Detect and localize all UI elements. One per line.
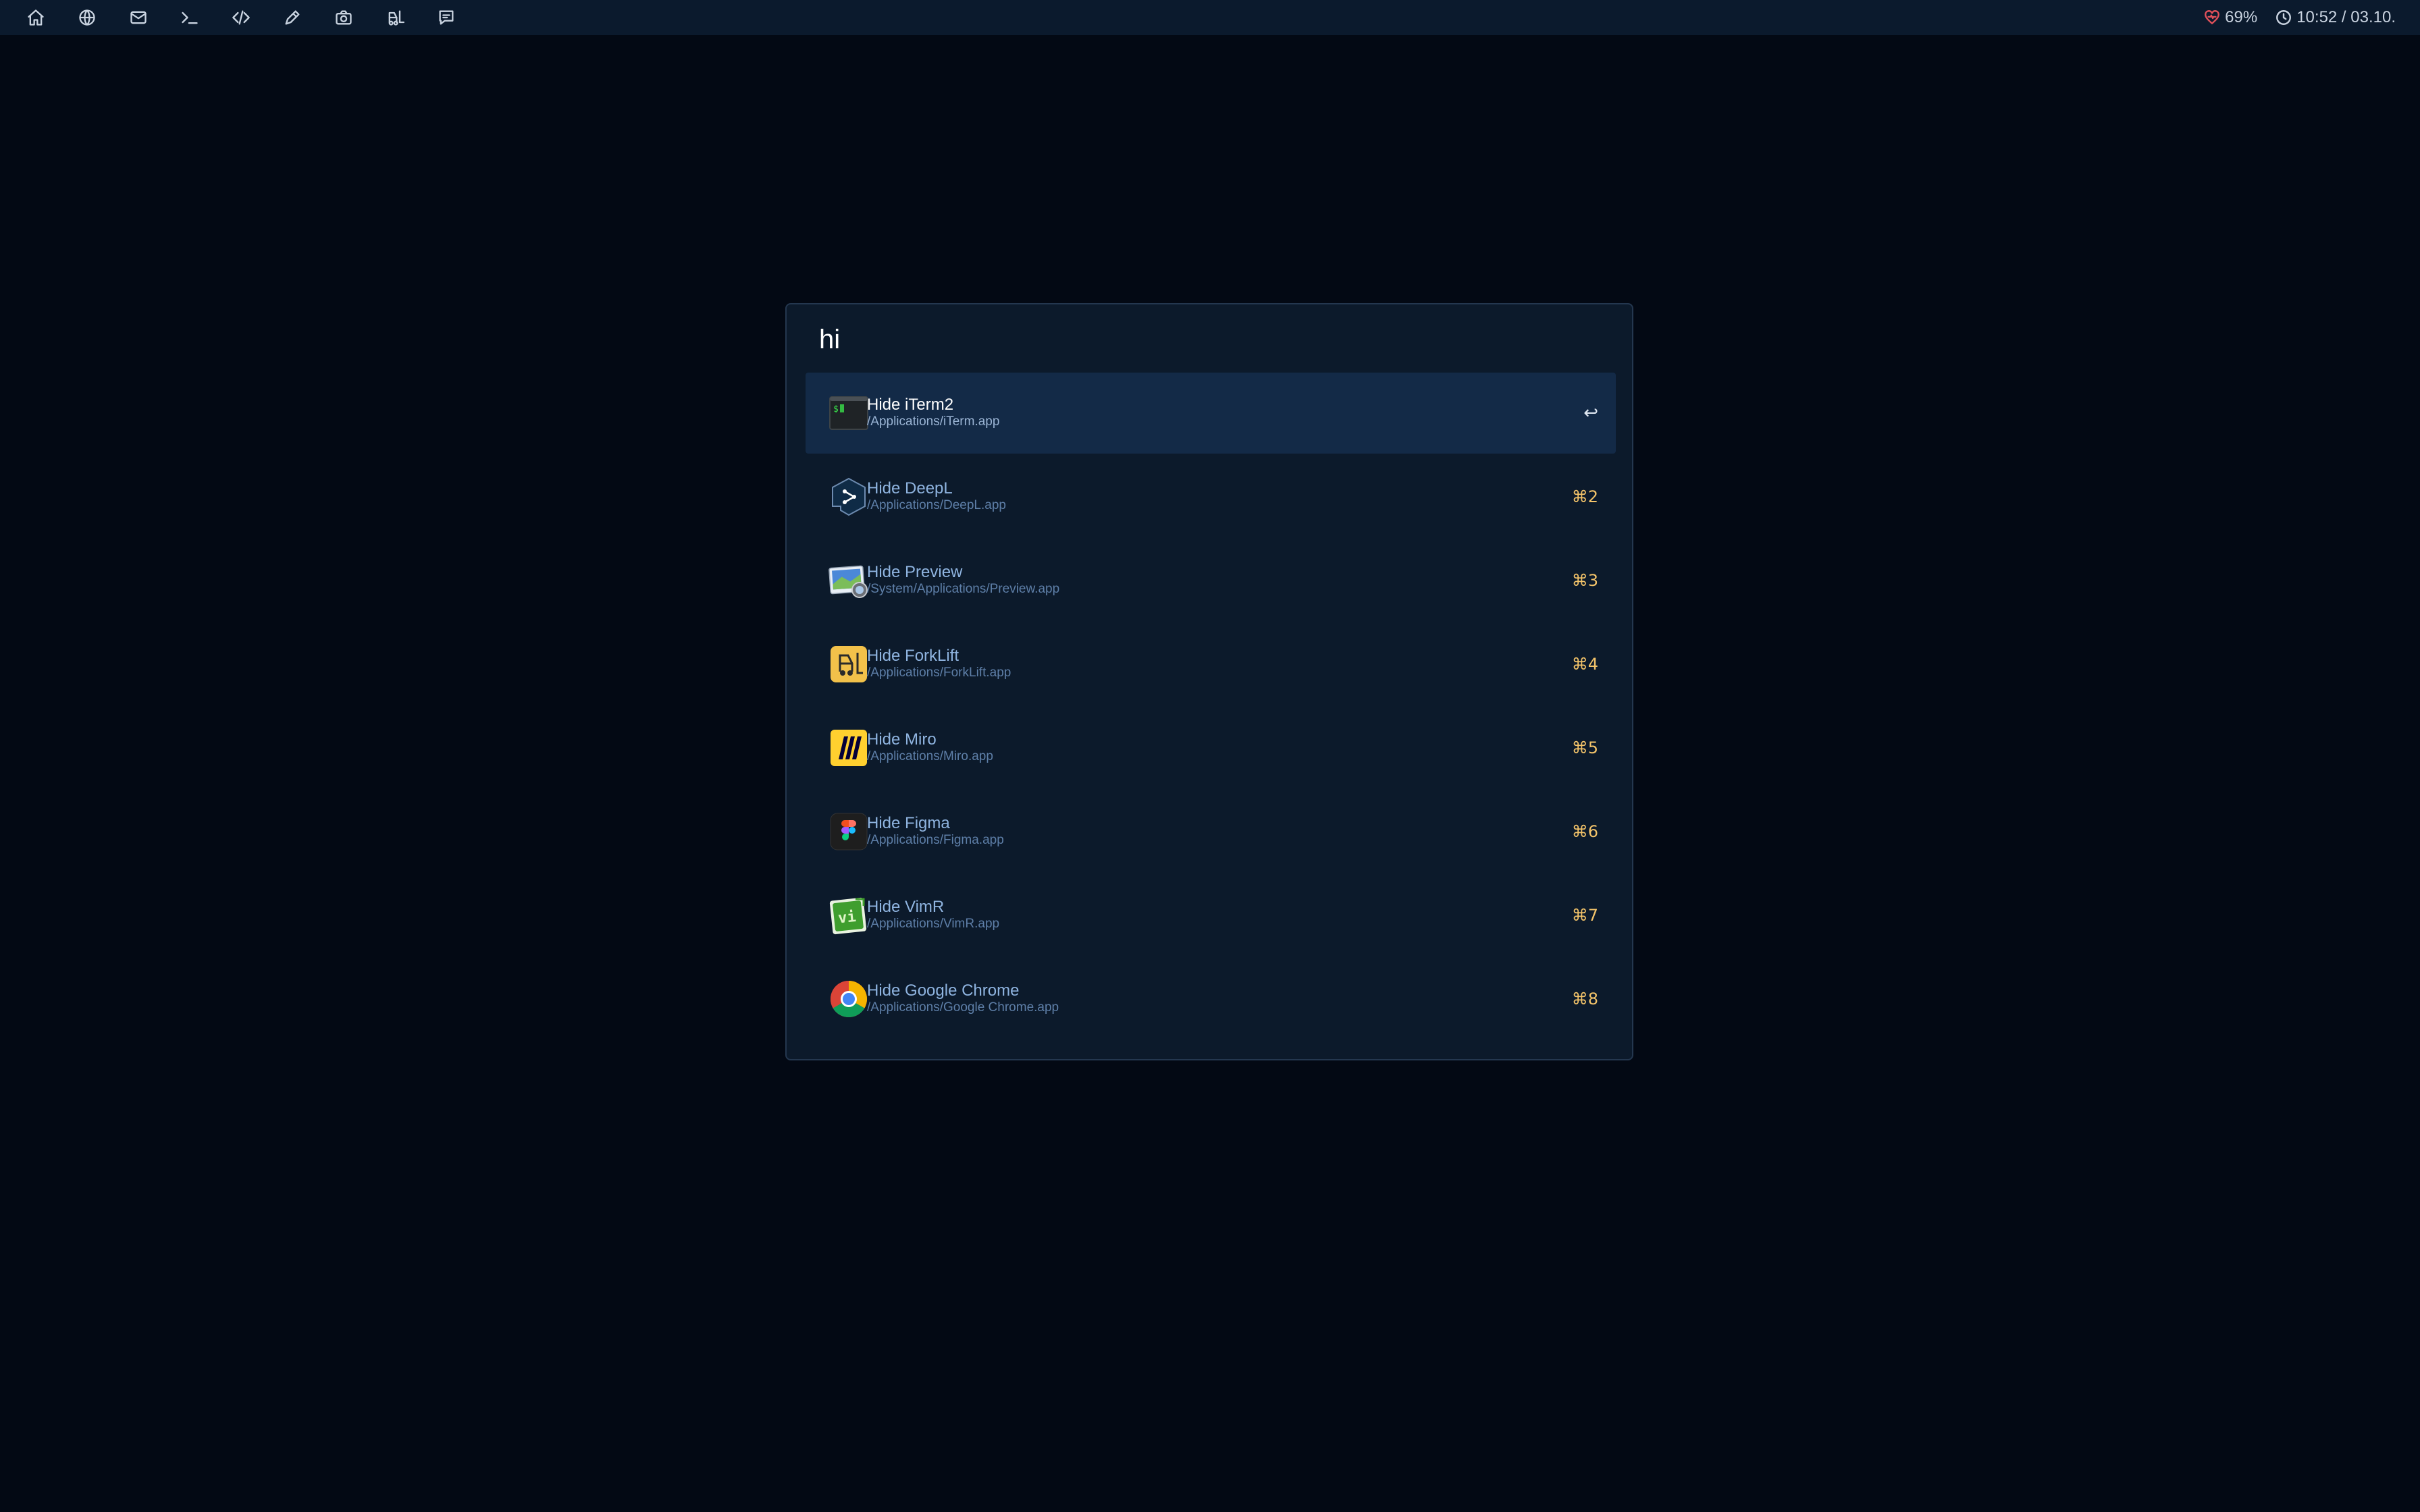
menu-bar-left-icons	[20, 0, 482, 35]
result-row-google-chrome[interactable]: Hide Google Chrome /Applications/Google …	[806, 959, 1616, 1040]
mail-icon[interactable]	[123, 4, 154, 31]
launcher-panel: hi $ Hide iTerm2 /Applications/iTerm.app…	[785, 303, 1633, 1060]
forklift-app-icon	[828, 644, 869, 684]
figma-icon	[828, 811, 869, 852]
result-path: /System/Applications/Preview.app	[867, 582, 1060, 596]
result-row-figma[interactable]: Hide Figma /Applications/Figma.app ⌘6	[806, 791, 1616, 872]
clock-text: 10:52 / 03.10.	[2296, 8, 2396, 26]
terminal-icon[interactable]	[174, 4, 205, 31]
battery-percent: 69%	[2225, 8, 2258, 26]
result-title: Hide DeepL	[867, 479, 953, 497]
search-input[interactable]: hi	[819, 325, 840, 355]
result-title: Hide Miro	[867, 730, 937, 749]
home-icon[interactable]	[20, 4, 51, 31]
result-row-deepl[interactable]: Hide DeepL /Applications/DeepL.app ⌘2	[806, 456, 1616, 537]
shortcut-hint: ⌘8	[1571, 990, 1598, 1008]
result-path: /Applications/DeepL.app	[867, 498, 1006, 512]
clock-indicator[interactable]: 10:52 / 03.10.	[2275, 8, 2396, 27]
result-title: Hide iTerm2	[867, 396, 954, 414]
result-path: /Applications/VimR.app	[867, 917, 1000, 931]
result-path: /Applications/Miro.app	[867, 749, 993, 763]
code-icon[interactable]	[226, 4, 257, 31]
result-path: /Applications/ForkLift.app	[867, 666, 1011, 680]
shortcut-hint: ⌘2	[1571, 487, 1598, 506]
result-title: Hide ForkLift	[867, 647, 959, 665]
iterm-icon: $	[828, 393, 869, 433]
svg-text:vi: vi	[837, 909, 857, 927]
shortcut-hint: ⌘6	[1571, 822, 1598, 841]
globe-icon[interactable]	[72, 4, 103, 31]
result-row-preview[interactable]: Hide Preview /System/Applications/Previe…	[806, 540, 1616, 621]
menu-bar-status: 69% 10:52 / 03.10.	[2186, 0, 2396, 35]
menu-bar: 69% 10:52 / 03.10.	[0, 0, 2420, 35]
camera-icon[interactable]	[328, 4, 359, 31]
result-title: Hide Figma	[867, 814, 950, 832]
shortcut-hint: ⌘7	[1571, 906, 1598, 925]
shortcut-hint: ⌘5	[1571, 738, 1598, 757]
preview-icon	[828, 560, 869, 601]
result-path: /Applications/Figma.app	[867, 833, 1004, 847]
result-row-miro[interactable]: Hide Miro /Applications/Miro.app ⌘5	[806, 707, 1616, 788]
vimr-icon: vi	[828, 895, 869, 936]
chrome-icon	[828, 979, 869, 1019]
result-path: /Applications/iTerm.app	[867, 414, 1000, 429]
result-path: /Applications/Google Chrome.app	[867, 1000, 1059, 1015]
battery-indicator[interactable]: 69%	[2203, 8, 2257, 27]
shortcut-hint: ⌘3	[1571, 571, 1598, 590]
miro-icon	[828, 728, 869, 768]
deepl-icon	[828, 477, 869, 517]
chat-icon[interactable]	[431, 4, 462, 31]
result-row-iterm2[interactable]: $ Hide iTerm2 /Applications/iTerm.app ↩	[806, 373, 1616, 454]
result-title: Hide VimR	[867, 898, 945, 916]
results-list: $ Hide iTerm2 /Applications/iTerm.app ↩ …	[806, 373, 1616, 1042]
heart-icon	[2205, 10, 2220, 24]
shortcut-hint: ⌘4	[1571, 655, 1598, 674]
clock-icon	[2276, 10, 2292, 25]
result-row-vimr[interactable]: vi Hide VimR /Applications/VimR.app ⌘7	[806, 875, 1616, 956]
pen-icon[interactable]	[277, 4, 308, 31]
result-title: Hide Preview	[867, 563, 963, 581]
svg-text:$: $	[833, 404, 839, 414]
enter-key-hint: ↩	[1583, 403, 1598, 423]
result-row-forklift[interactable]: Hide ForkLift /Applications/ForkLift.app…	[806, 624, 1616, 705]
forklift-icon[interactable]	[379, 4, 411, 31]
result-title: Hide Google Chrome	[867, 981, 1020, 1000]
